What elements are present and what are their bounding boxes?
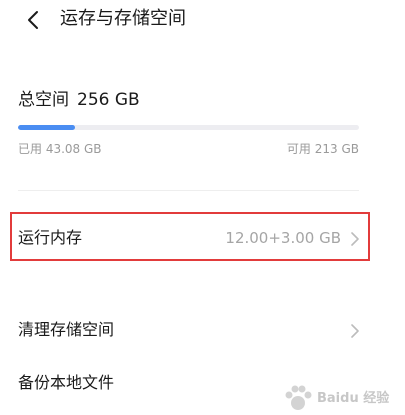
total-storage-label: 总空间 [18, 90, 69, 110]
watermark-text: Baidu 经验 [317, 391, 390, 406]
paw-icon [285, 385, 312, 410]
free-storage-text: 可用 213 GB [286, 142, 359, 156]
chevron-right-icon [349, 231, 361, 246]
running-memory-value: 12.00+3.00 GB [225, 229, 341, 247]
back-arrow-icon[interactable] [22, 8, 46, 32]
chevron-right-icon [349, 323, 361, 338]
running-memory-label: 运行内存 [18, 228, 83, 247]
total-storage: 总空间 256 GB [18, 88, 140, 112]
running-memory-row[interactable]: 运行内存 12.00+3.00 GB [0, 218, 405, 258]
used-storage-text: 已用 43.08 GB [18, 142, 102, 156]
clean-storage-row[interactable]: 清理存储空间 [0, 310, 405, 350]
storage-settings-screen: 运存与存储空间 总空间 256 GB 已用 43.08 GB 可用 213 GB … [0, 0, 405, 415]
backup-local-files-label: 备份本地文件 [18, 373, 115, 392]
section-divider [18, 190, 359, 191]
storage-progress-fill [18, 125, 76, 130]
clean-storage-label: 清理存储空间 [18, 320, 115, 339]
storage-progress-bar [18, 125, 359, 130]
page-title: 运存与存储空间 [60, 8, 186, 29]
total-storage-value: 256 GB [77, 90, 140, 110]
baidu-watermark: Baidu 经验 [281, 383, 399, 413]
header-bar: 运存与存储空间 [0, 0, 405, 40]
